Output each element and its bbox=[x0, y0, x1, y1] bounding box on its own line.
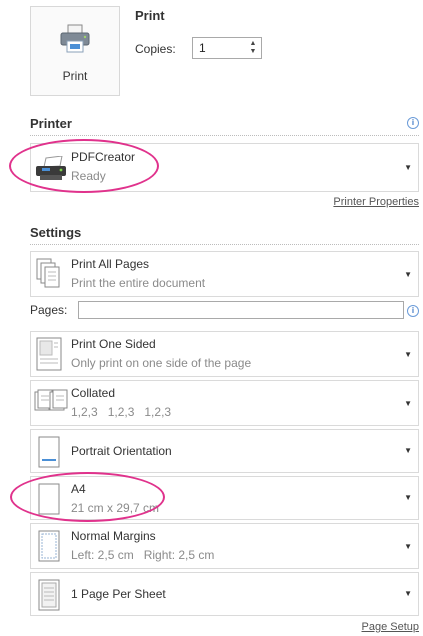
divider bbox=[30, 244, 419, 245]
one-sided-icon bbox=[36, 337, 62, 371]
dropdown-arrow-icon: ▼ bbox=[404, 542, 412, 551]
page-per-sheet-icon bbox=[38, 579, 60, 611]
orientation-dropdown[interactable]: Portrait Orientation ▼ bbox=[30, 429, 419, 473]
margins-dropdown[interactable]: Normal Margins Left: 2,5 cm Right: 2,5 c… bbox=[30, 523, 419, 569]
margins-subtitle: Left: 2,5 cm Right: 2,5 cm bbox=[71, 548, 215, 562]
orientation-title: Portrait Orientation bbox=[71, 444, 172, 458]
margins-icon bbox=[38, 530, 60, 562]
dropdown-arrow-icon: ▼ bbox=[404, 399, 412, 408]
collation-title: Collated bbox=[71, 386, 116, 400]
print-title: Print bbox=[135, 8, 165, 23]
printer-header: Printer bbox=[30, 116, 72, 131]
printer-icon bbox=[60, 24, 90, 53]
collation-subtitle: 1,2,3 1,2,3 1,2,3 bbox=[71, 405, 172, 419]
collated-icon bbox=[34, 389, 68, 411]
highlight-ellipse-printer bbox=[9, 139, 159, 193]
print-pages-dropdown[interactable]: Print All Pages Print the entire documen… bbox=[30, 251, 419, 297]
copies-label: Copies: bbox=[135, 42, 176, 56]
spin-arrows-icon[interactable]: ▲ ▼ bbox=[248, 40, 258, 56]
pages-icon bbox=[36, 258, 60, 288]
dropdown-arrow-icon: ▼ bbox=[404, 270, 412, 279]
portrait-icon bbox=[38, 436, 60, 468]
print-button[interactable]: Print bbox=[30, 6, 120, 96]
info-icon[interactable]: i bbox=[407, 117, 419, 129]
print-pages-subtitle: Print the entire document bbox=[71, 276, 206, 290]
dropdown-arrow-icon: ▼ bbox=[404, 589, 412, 598]
highlight-ellipse-paper bbox=[10, 472, 165, 522]
page-setup-link[interactable]: Page Setup bbox=[362, 621, 420, 633]
dropdown-arrow-icon: ▼ bbox=[404, 163, 412, 172]
sides-title: Print One Sided bbox=[71, 337, 156, 351]
divider bbox=[30, 135, 419, 136]
dropdown-arrow-icon: ▼ bbox=[404, 493, 412, 502]
settings-header: Settings bbox=[30, 225, 82, 240]
pages-per-sheet-dropdown[interactable]: 1 Page Per Sheet ▼ bbox=[30, 572, 419, 616]
dropdown-arrow-icon: ▼ bbox=[404, 350, 412, 359]
print-sides-dropdown[interactable]: Print One Sided Only print on one side o… bbox=[30, 331, 419, 377]
copies-stepper[interactable]: 1 ▲ ▼ bbox=[192, 37, 262, 59]
print-button-label: Print bbox=[62, 69, 88, 83]
sides-subtitle: Only print on one side of the page bbox=[71, 356, 252, 370]
margins-title: Normal Margins bbox=[71, 529, 156, 543]
print-pages-title: Print All Pages bbox=[71, 257, 150, 271]
copies-value: 1 bbox=[199, 41, 206, 55]
printer-properties-link[interactable]: Printer Properties bbox=[333, 196, 419, 208]
pages-label: Pages: bbox=[30, 303, 68, 317]
dropdown-arrow-icon: ▼ bbox=[404, 446, 412, 455]
pages-input[interactable] bbox=[78, 301, 404, 319]
collation-dropdown[interactable]: Collated 1,2,3 1,2,3 1,2,3 ▼ bbox=[30, 380, 419, 426]
info-icon[interactable]: i bbox=[407, 305, 419, 317]
pages-per-sheet-title: 1 Page Per Sheet bbox=[71, 587, 166, 601]
